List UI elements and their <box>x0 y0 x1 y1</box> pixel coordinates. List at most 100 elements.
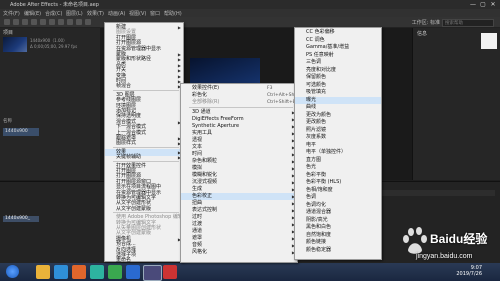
hand-tool-icon[interactable] <box>22 19 28 25</box>
effect-menu-item[interactable]: 表达式控制▶ <box>181 207 297 214</box>
color-menu-item[interactable]: 灰度系数 <box>295 134 381 141</box>
color-menu-item[interactable]: 吸管填充 <box>295 89 381 96</box>
effect-menu-item[interactable]: 文本▶ <box>181 144 297 151</box>
layer-menu-item-label: 从文字创建蒙版 <box>116 205 152 212</box>
menu-view[interactable]: 视图(V) <box>129 10 146 17</box>
effect-menu-item[interactable]: 效果控件(E) F3 <box>181 85 297 92</box>
color-menu-item[interactable]: 曲线 <box>295 104 381 111</box>
rectangle-tool-icon[interactable] <box>67 19 73 25</box>
effect-menu-item[interactable]: 音频▶ <box>181 242 297 249</box>
color-menu-item-label: 颜色稳定器 <box>306 246 332 253</box>
pen-tool-icon[interactable] <box>76 19 82 25</box>
color-menu-item[interactable]: 色调 <box>295 194 381 201</box>
help-search-input[interactable]: 搜索帮助 <box>442 19 494 27</box>
color-menu-item[interactable]: 可选颜色 <box>295 82 381 89</box>
color-menu-item[interactable]: 黑色和白色 <box>295 224 381 231</box>
effect-menu-item[interactable]: 色彩校正▶ <box>181 193 297 200</box>
text-tool-icon[interactable] <box>85 19 91 25</box>
color-menu-item[interactable]: 自然饱和度 <box>295 232 381 239</box>
menu-window[interactable]: 窗口 <box>150 10 160 17</box>
effect-menu-item[interactable]: DigiEffects FreeForm▶ <box>181 116 297 123</box>
effect-menu-item[interactable]: 通道▶ <box>181 228 297 235</box>
firefox-app-icon[interactable] <box>72 265 86 279</box>
layer-menu-item-label: 重命名 <box>116 257 132 264</box>
project-panel: 项目 1440x900（1.00） Δ 0;00;05;00, 29.97 fp… <box>0 28 100 180</box>
menu-edit[interactable]: 编辑(E) <box>24 10 41 17</box>
pan-tool-icon[interactable] <box>58 19 64 25</box>
effect-menu-item[interactable]: 杂色和颗粒▶ <box>181 158 297 165</box>
camera-tool-icon[interactable] <box>49 19 55 25</box>
effect-menu-item[interactable]: 彩色化 Ctrl+Alt+Shift+E <box>181 92 305 99</box>
after-effects-app-icon[interactable] <box>143 265 162 281</box>
selection-tool-icon[interactable] <box>13 19 19 25</box>
timeline-layer-row[interactable]: 1440x900_ <box>3 216 39 222</box>
app-icon[interactable] <box>90 265 104 279</box>
color-menu-item[interactable]: 色相/饱和度 <box>295 187 381 194</box>
color-menu-item[interactable]: 三色调 <box>295 59 381 66</box>
color-menu-item[interactable]: 通道混合器 <box>295 209 381 216</box>
workspace-label-text: 工作区: <box>411 20 429 26</box>
effect-menu-item[interactable]: 扭曲▶ <box>181 200 297 207</box>
effect-menu-item[interactable]: 遮罩▶ <box>181 235 297 242</box>
rotate-tool-icon[interactable] <box>40 19 46 25</box>
color-menu-item[interactable]: CC 色彩偏移 <box>295 29 381 36</box>
color-menu-item[interactable]: 色彩平衡 (HLS) <box>295 179 381 186</box>
effect-menu-item[interactable]: 时间▶ <box>181 151 297 158</box>
project-panel-title[interactable]: 项目 <box>3 29 13 36</box>
effect-menu-item[interactable]: 3D 通道▶ <box>181 109 297 116</box>
zoom-tool-icon[interactable] <box>31 19 37 25</box>
effect-menu-item[interactable]: 模糊和锐化▶ <box>181 172 297 179</box>
project-column-name[interactable]: 名称 <box>3 118 12 124</box>
color-menu-item[interactable]: 亮度和对比度 <box>295 67 381 74</box>
color-menu-item[interactable]: Gamma/基准/增益 <box>295 44 381 51</box>
color-menu-item[interactable]: 电平 <box>295 142 381 149</box>
effect-menu-item[interactable]: 全部移除(R) Ctrl+Shift+E <box>181 99 297 106</box>
color-menu-item[interactable]: CC 调色 <box>295 37 381 44</box>
color-menu-item[interactable]: 电平（单独控件） <box>295 149 381 156</box>
color-menu-item[interactable]: 更改颜色 <box>295 119 381 126</box>
color-menu-item[interactable]: 色调均化 <box>295 202 381 209</box>
info-tab[interactable]: 信息 <box>417 30 427 37</box>
effect-menu-item[interactable]: 模拟▶ <box>181 165 297 172</box>
menu-composition[interactable]: 合成(C) <box>45 10 62 17</box>
effect-menu-item[interactable]: 实用工具▶ <box>181 130 297 137</box>
menu-help[interactable]: 帮助(H) <box>164 10 182 17</box>
effect-menu-item[interactable]: 过渡▶ <box>181 221 297 228</box>
menu-file[interactable]: 文件(F) <box>3 10 20 17</box>
menu-animation[interactable]: 动画(A) <box>108 10 125 17</box>
maximize-button[interactable]: ▢ <box>478 1 488 8</box>
menu-layer[interactable]: 图层(L) <box>66 10 83 17</box>
color-menu-item[interactable]: PS 任意映射 <box>295 52 381 59</box>
layer-menu-item[interactable]: 重命名 <box>105 257 183 264</box>
explorer-app-icon[interactable] <box>36 265 50 279</box>
app-icon[interactable] <box>163 265 177 279</box>
color-menu-item[interactable]: 直方图 <box>295 157 381 164</box>
color-menu-item[interactable]: 曝光 <box>295 96 381 104</box>
minimize-button[interactable]: — <box>468 1 478 8</box>
home-tool-icon[interactable] <box>4 19 10 25</box>
effect-menu-item[interactable]: 风格化▶ <box>181 249 297 256</box>
effect-menu-item[interactable]: Synthetic Aperture▶ <box>181 123 297 130</box>
color-menu-item[interactable]: 保留颜色 <box>295 74 381 81</box>
system-clock[interactable]: 9:07 2019/7/26 <box>456 265 482 277</box>
color-menu-item[interactable]: 颜色链接 <box>295 239 381 246</box>
color-menu-item[interactable]: 色光 <box>295 164 381 171</box>
workspace-label[interactable]: 工作区: 标准 <box>412 19 440 26</box>
color-menu-item[interactable]: 色彩平衡 <box>295 172 381 179</box>
effect-menu-item[interactable]: 过时▶ <box>181 214 297 221</box>
effect-menu-item-label: 音频 <box>192 242 203 248</box>
pr-app-icon[interactable] <box>126 265 140 279</box>
effect-menu-item[interactable]: 生成▶ <box>181 186 297 193</box>
color-menu-item[interactable]: 更改为颜色 <box>295 112 381 119</box>
effect-menu-item[interactable]: 透视▶ <box>181 137 297 144</box>
color-menu-item[interactable]: 颜色稳定器 <box>295 247 381 254</box>
color-menu-item[interactable]: 阴影/高光 <box>295 217 381 224</box>
effect-menu-item[interactable]: 沉浸式视频▶ <box>181 179 297 186</box>
start-button-icon[interactable] <box>6 265 19 278</box>
menu-effect[interactable]: 效果(T) <box>87 10 104 17</box>
close-button[interactable]: ✕ <box>488 1 498 8</box>
color-menu-item[interactable]: 照片滤镜 <box>295 127 381 134</box>
project-item-row[interactable]: 1440x900 <box>3 128 39 136</box>
browser-app-icon[interactable] <box>54 265 68 279</box>
media-app-icon[interactable] <box>108 265 122 279</box>
